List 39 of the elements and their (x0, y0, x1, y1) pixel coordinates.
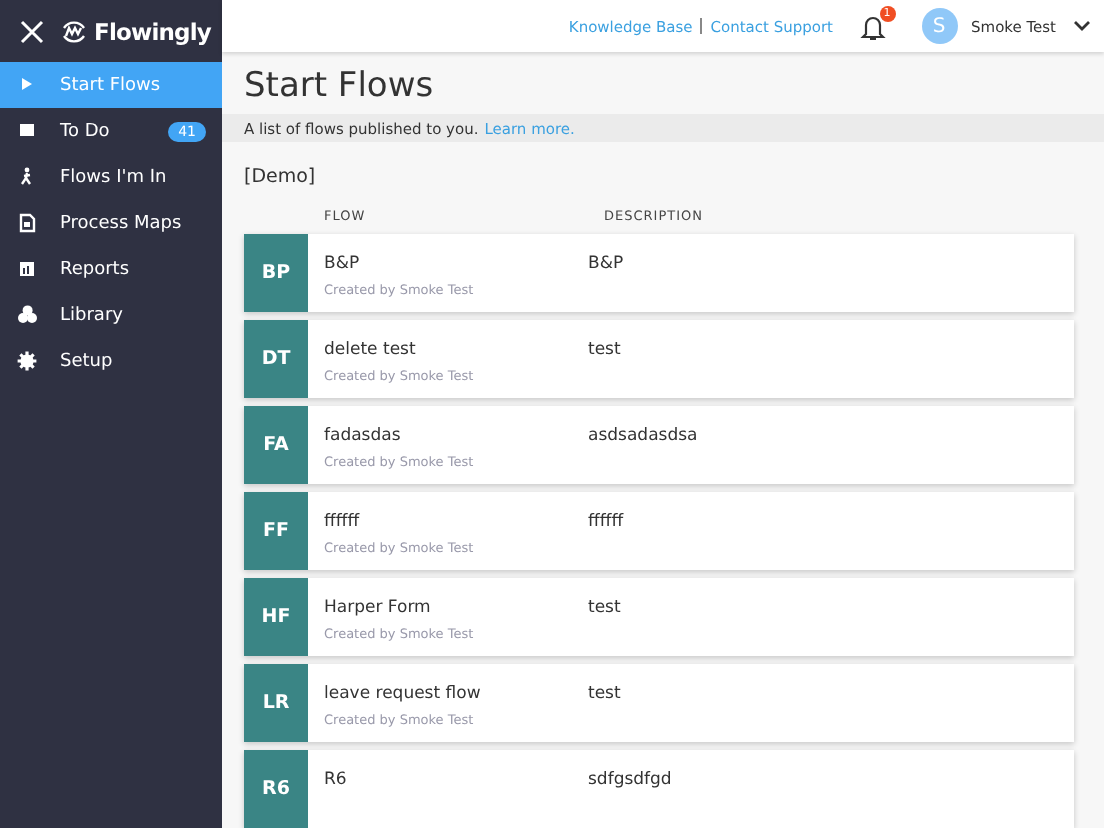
chart-icon (16, 258, 38, 280)
flow-description: asdsadasdsa (588, 424, 698, 450)
flow-name: Harper Form (324, 598, 433, 618)
square-icon (16, 120, 38, 142)
initials-tile: BP (244, 234, 308, 312)
flow-description: sdfgsdfgd (588, 768, 672, 794)
initials-tile: R6 (244, 750, 308, 828)
initials-tile: HF (244, 578, 308, 656)
sidebar-item[interactable]: Process Maps (0, 200, 222, 246)
bell-icon[interactable] (857, 11, 887, 41)
sidebar-item[interactable]: Reports (0, 246, 222, 292)
flow-description: test (588, 682, 621, 708)
document-icon (16, 212, 38, 234)
flow-name: R6 (324, 770, 349, 790)
sidebar-item[interactable]: Setup (0, 338, 222, 384)
flow-description: test (588, 338, 621, 364)
page-title: Start Flows (244, 64, 436, 110)
initials-tile: FA (244, 406, 308, 484)
flow-description: B&P (588, 252, 624, 278)
close-icon[interactable] (20, 19, 44, 43)
sidebar-item[interactable]: Flows I'm In (0, 154, 222, 200)
logo-icon (60, 17, 88, 45)
flow-name: delete test (324, 340, 418, 360)
flow-card[interactable]: R6 R6 sdfgsdfgd (244, 750, 1074, 828)
flow-description: test (588, 596, 621, 622)
flow-description: ffffff (588, 510, 624, 536)
flow-name: ffffff (324, 512, 362, 532)
chevron-down-icon[interactable] (1072, 18, 1092, 34)
initials-tile: DT (244, 320, 308, 398)
gear-icon (16, 350, 38, 372)
initials-tile: LR (244, 664, 308, 742)
initials-tile: FF (244, 492, 308, 570)
logo-text: Flowingly (94, 17, 212, 45)
group-heading: [Demo] (244, 166, 318, 188)
flow-name: fadasdas (324, 426, 403, 446)
flow-name: B&P (324, 254, 362, 274)
cluster-icon (16, 304, 38, 326)
sidebar-item[interactable]: Library (0, 292, 222, 338)
flow-name: leave request flow (324, 684, 483, 704)
